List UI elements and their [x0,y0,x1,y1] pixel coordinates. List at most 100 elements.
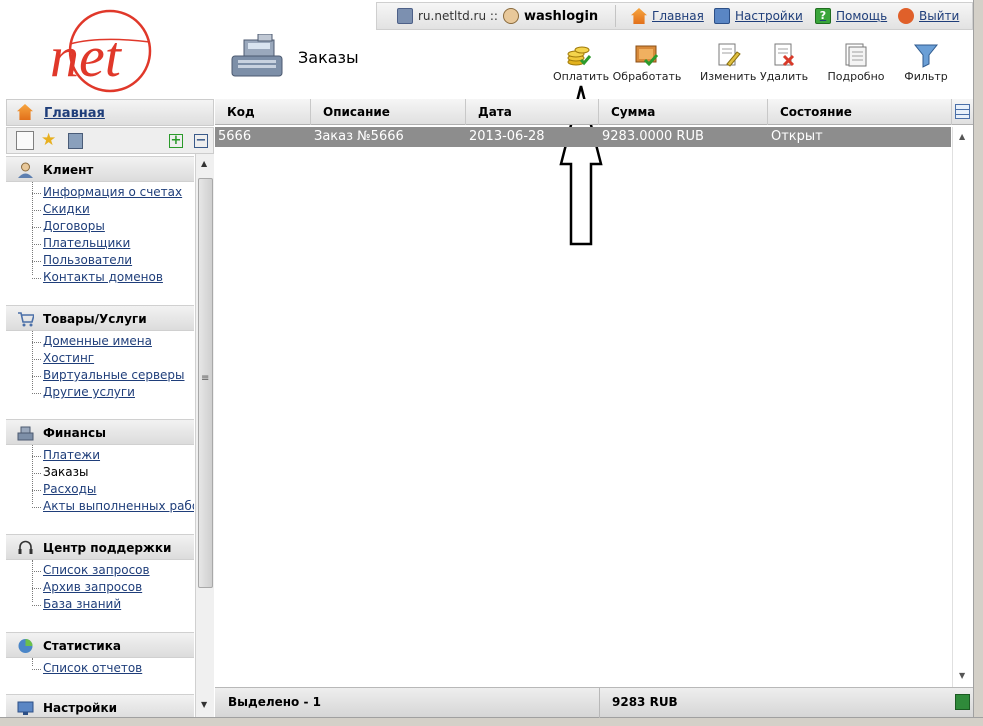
sidebar-section-header[interactable]: Статистика [6,632,194,658]
favorites-star-icon[interactable]: ★ [41,131,56,150]
selected-count: Выделено - 1 [228,695,321,709]
sidebar-item-payments[interactable]: Платежи [6,447,194,464]
sidebar-section-header[interactable]: Центр поддержки [6,534,194,560]
sidebar-scrollbar-thumb[interactable]: ≡ [198,178,213,588]
delete-document-icon [774,43,795,67]
sidebar-scrollbar[interactable]: ▲ ≡ ▼ [195,154,214,717]
pay-button-label: Оплатить [553,70,610,83]
filter-button[interactable]: Фильтр [904,42,948,83]
home-icon [631,8,647,24]
sidebar-home[interactable]: Главная [6,99,214,126]
sidebar-section-header[interactable]: Финансы [6,419,194,445]
top-link-help-label: Помощь [836,9,888,23]
top-link-home-label: Главная [652,9,704,23]
sidebar-item-contracts[interactable]: Договоры [6,218,194,235]
column-header-code[interactable]: Код [215,99,311,125]
site-info: ru.netltd.ru :: [397,8,498,24]
cell-code: 5666 [218,129,252,144]
power-icon [898,8,914,24]
headset-icon [18,540,33,554]
collapse-all-icon[interactable]: − [194,134,208,148]
process-button-label: Обработать [612,70,682,83]
client-icon [18,162,33,178]
scroll-up-arrow-icon[interactable]: ▲ [959,132,965,141]
table-scrollbar[interactable]: ▲ ▼ [952,127,973,687]
sidebar-section-support: Центр поддержки Список запросов Архив за… [6,534,194,613]
orders-table-header: Код Описание Дата Сумма Состояние [215,99,973,125]
top-link-settings-label: Настройки [735,9,803,23]
sidebar-item-users[interactable]: Пользователи [6,252,194,269]
expand-all-icon[interactable]: + [169,134,183,148]
column-settings-icon[interactable] [955,104,970,119]
sidebar-section-products: Товары/Услуги Доменные имена Хостинг Вир… [6,305,194,401]
table-row[interactable]: 5666 Заказ №5666 2013-06-28 9283.0000 RU… [215,127,951,147]
sidebar-item-other-services[interactable]: Другие услуги [6,384,194,401]
sidebar-section-client: Клиент Информация о счетах Скидки Догово… [6,156,194,286]
pay-button[interactable]: Оплатить [553,42,609,83]
sidebar-home-label: Главная [44,106,105,121]
sidebar-tree: Клиент Информация о счетах Скидки Догово… [6,154,194,717]
sidebar-tools: ★ + − [6,127,214,154]
sidebar-section-settings: Настройки [6,694,194,717]
sidebar-item-work-acts[interactable]: Акты выполненных работ [6,498,194,515]
scroll-up-arrow-icon[interactable]: ▲ [201,159,207,168]
settings-monitor-icon [17,701,34,715]
cell-status: Открыт [771,129,823,144]
sidebar-item-domain-contacts[interactable]: Контакты доменов [6,269,194,286]
sidebar-item-requests-list[interactable]: Список запросов [6,562,194,579]
top-link-logout[interactable]: Выйти [898,8,959,24]
help-icon: ? [815,8,831,24]
process-icon [635,45,659,67]
sidebar-item-domain-names[interactable]: Доменные имена [6,333,194,350]
home-icon [17,104,33,120]
sidebar-section-header[interactable]: Товары/Услуги [6,305,194,331]
column-header-date[interactable]: Дата [466,99,599,125]
details-button[interactable]: Подробно [826,42,886,83]
top-link-logout-label: Выйти [919,9,960,23]
window-frame-right [973,0,983,726]
sidebar-section-header[interactable]: Настройки [6,694,194,717]
sidebar-item-knowledge-base[interactable]: База знаний [6,596,194,613]
page-title: Заказы [298,48,359,67]
sidebar-item-requests-archive[interactable]: Архив запросов [6,579,194,596]
sidebar-section-header[interactable]: Клиент [6,156,194,182]
sidebar-item-payers[interactable]: Плательщики [6,235,194,252]
clipboard-icon[interactable] [68,133,83,149]
sidebar-item-orders[interactable]: Заказы [6,464,194,481]
logo-graphic: net [50,9,152,93]
window-frame-bottom [0,717,983,726]
column-header-status[interactable]: Состояние [768,99,952,125]
settings-monitor-icon [714,8,730,24]
net-logo[interactable]: net [40,6,175,96]
sidebar-item-virtual-servers[interactable]: Виртуальные серверы [6,367,194,384]
delete-button[interactable]: Удалить [760,42,808,83]
user-icon [503,8,519,24]
column-header-description[interactable]: Описание [311,99,466,125]
top-link-home[interactable]: Главная [631,8,704,24]
scroll-down-arrow-icon[interactable]: ▼ [959,671,965,680]
edit-button[interactable]: Изменить [700,42,756,83]
edit-document-icon [718,43,741,67]
sidebar-item-discounts[interactable]: Скидки [6,201,194,218]
total-amount: 9283 RUB [612,695,678,709]
sidebar-item-accounts-info[interactable]: Информация о счетах [6,184,194,201]
process-button[interactable]: Обработать [612,42,682,83]
details-button-label: Подробно [827,70,885,83]
cash-register-icon [17,426,34,441]
column-header-amount[interactable]: Сумма [599,99,768,125]
excel-export-icon[interactable] [955,694,970,710]
tree-view-icon[interactable] [16,131,34,150]
cell-date: 2013-06-28 [469,129,545,144]
delete-button-label: Удалить [760,70,809,83]
top-link-help[interactable]: ? Помощь [815,8,887,24]
site-name: ru.netltd.ru :: [418,9,498,23]
top-link-settings[interactable]: Настройки [714,8,803,24]
sidebar-item-expenses[interactable]: Расходы [6,481,194,498]
details-document-icon [845,43,867,67]
sidebar-item-reports-list[interactable]: Список отчетов [6,660,194,677]
calculator-icon [397,8,413,24]
sidebar-item-hosting[interactable]: Хостинг [6,350,194,367]
scroll-down-arrow-icon[interactable]: ▼ [201,700,207,709]
cell-amount: 9283.0000 RUB [602,129,704,144]
pie-chart-icon [18,639,33,653]
